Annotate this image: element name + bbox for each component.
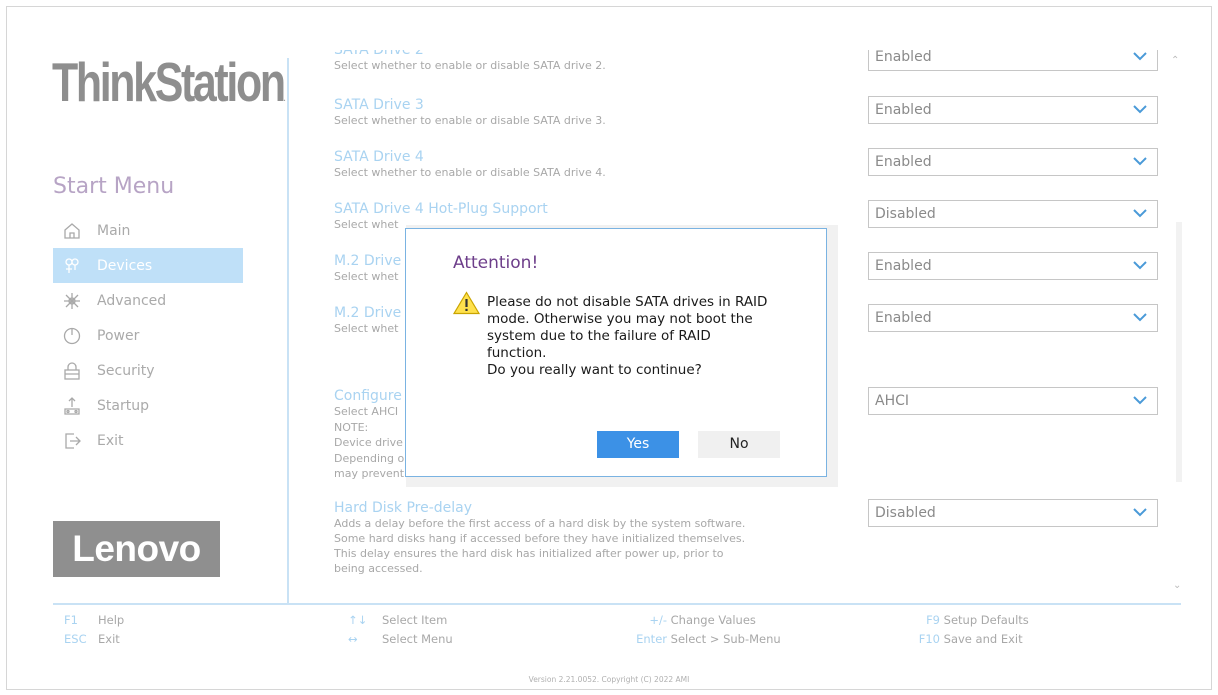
advanced-icon	[61, 290, 83, 312]
home-icon	[61, 220, 83, 242]
setting-m2-drive-1: M.2 Drive Select whet	[334, 253, 401, 284]
chevron-down-icon	[1133, 261, 1147, 270]
start-menu-title: Start Menu	[53, 174, 175, 199]
setting-hard-disk-predelay: Hard Disk Pre-delay Adds a delay before …	[334, 500, 745, 576]
sidebar-nav: Main Devices Advanced Power Security Sta…	[53, 213, 243, 458]
sidebar-item-security[interactable]: Security	[53, 353, 243, 388]
sidebar-item-label: Power	[97, 327, 140, 344]
setting-sata-drive-3: SATA Drive 3 Select whether to enable or…	[334, 97, 606, 128]
setting-description: Select whether to enable or disable SATA…	[334, 59, 606, 72]
exit-icon	[61, 430, 83, 452]
setting-title: SATA Drive 4 Hot-Plug Support	[334, 201, 548, 217]
dialog-title: Attention!	[453, 253, 539, 273]
sidebar-item-label: Security	[97, 362, 155, 379]
chevron-down-icon	[1133, 209, 1147, 218]
setting-sata-drive-4: SATA Drive 4 Select whether to enable or…	[334, 149, 606, 180]
scroll-down-icon[interactable]: ⌄	[1173, 580, 1181, 591]
sidebar-item-devices[interactable]: Devices	[53, 248, 243, 283]
setting-title: M.2 Drive	[334, 305, 402, 321]
m2-drive-1-dropdown[interactable]: Enabled	[868, 252, 1158, 280]
setting-sata-drive-2: SATA Drive 2 Select whether to enable or…	[334, 50, 606, 73]
dialog-message: Please do not disable SATA drives in RAI…	[487, 294, 768, 378]
sidebar-item-label: Exit	[97, 432, 124, 449]
attention-dialog: Attention! Please do not disable SATA dr…	[405, 228, 827, 477]
setting-title: Configure	[334, 388, 402, 404]
chevron-down-icon	[1133, 313, 1147, 322]
sata-mode-dropdown[interactable]: AHCI	[868, 387, 1158, 415]
sidebar-item-power[interactable]: Power	[53, 318, 243, 353]
setting-description: Select AHCI NOTE: Device drive Depending…	[334, 405, 405, 480]
no-button[interactable]: No	[698, 431, 780, 458]
hint-help: F1 Help	[64, 613, 125, 627]
setting-m2-drive-2: M.2 Drive Select whet	[334, 305, 401, 336]
yes-button[interactable]: Yes	[597, 431, 679, 458]
scrollbar-track[interactable]	[1176, 222, 1182, 482]
scroll-up-icon[interactable]: ⌃	[1171, 55, 1179, 66]
sidebar-item-label: Startup	[97, 397, 149, 414]
devices-icon	[61, 255, 83, 277]
m2-drive-2-dropdown[interactable]: Enabled	[868, 304, 1158, 332]
chevron-down-icon	[1133, 157, 1147, 166]
setting-title: Hard Disk Pre-delay	[334, 500, 473, 516]
sata-drive-4-dropdown[interactable]: Enabled	[868, 148, 1158, 176]
setting-description: Select whet	[334, 322, 399, 335]
setting-title: SATA Drive 4	[334, 149, 424, 165]
thinkstation-logo: ThinkStation.	[52, 51, 286, 113]
setting-description: Adds a delay before the first access of …	[334, 517, 746, 575]
sidebar-item-exit[interactable]: Exit	[53, 423, 243, 458]
chevron-down-icon	[1133, 105, 1147, 114]
chevron-down-icon	[1133, 396, 1147, 405]
sidebar-item-main[interactable]: Main	[53, 213, 243, 248]
vertical-divider	[287, 58, 289, 604]
hint-sub-menu: Enter Select > Sub-Menu	[636, 632, 781, 646]
sidebar-item-startup[interactable]: Startup	[53, 388, 243, 423]
warning-icon	[453, 291, 480, 315]
sata-drive-3-dropdown[interactable]: Enabled	[868, 96, 1158, 124]
setting-title: SATA Drive 3	[334, 97, 424, 113]
startup-icon	[61, 395, 83, 417]
power-icon	[61, 325, 83, 347]
hint-setup-defaults: F9 Setup Defaults	[926, 613, 1029, 627]
sidebar-item-label: Advanced	[97, 292, 167, 309]
hint-exit: ESC Exit	[64, 632, 120, 646]
sidebar-item-label: Main	[97, 222, 131, 239]
hint-select-item: ↑↓ Select Item	[348, 613, 448, 627]
chevron-down-icon	[1133, 52, 1147, 61]
lock-icon	[61, 360, 83, 382]
hint-select-menu: ↔ Select Menu	[348, 632, 453, 646]
sidebar-item-label: Devices	[97, 257, 153, 274]
lenovo-logo: Lenovo	[53, 521, 220, 577]
version-text: Version 2.21.0052. Copyright (C) 2022 AM…	[528, 675, 690, 684]
hint-save-exit: F10 Save and Exit	[918, 632, 1023, 646]
sidebar-item-advanced[interactable]: Advanced	[53, 283, 243, 318]
setting-description: Select whet	[334, 270, 399, 283]
horizontal-divider	[53, 603, 1181, 605]
chevron-down-icon	[1133, 508, 1147, 517]
setting-configure-sata: Configure Select AHCI NOTE: Device drive…	[334, 388, 404, 482]
setting-title: SATA Drive 2	[334, 50, 424, 58]
setting-description: Select whether to enable or disable SATA…	[334, 114, 606, 127]
setting-description: Select whether to enable or disable SATA…	[334, 166, 606, 179]
setting-title: M.2 Drive	[334, 253, 402, 269]
hint-change-values: +/- Change Values	[649, 613, 756, 627]
hotplug-dropdown[interactable]: Disabled	[868, 200, 1158, 228]
sata-drive-2-dropdown[interactable]: Enabled	[868, 50, 1158, 71]
predelay-dropdown[interactable]: Disabled	[868, 499, 1158, 527]
